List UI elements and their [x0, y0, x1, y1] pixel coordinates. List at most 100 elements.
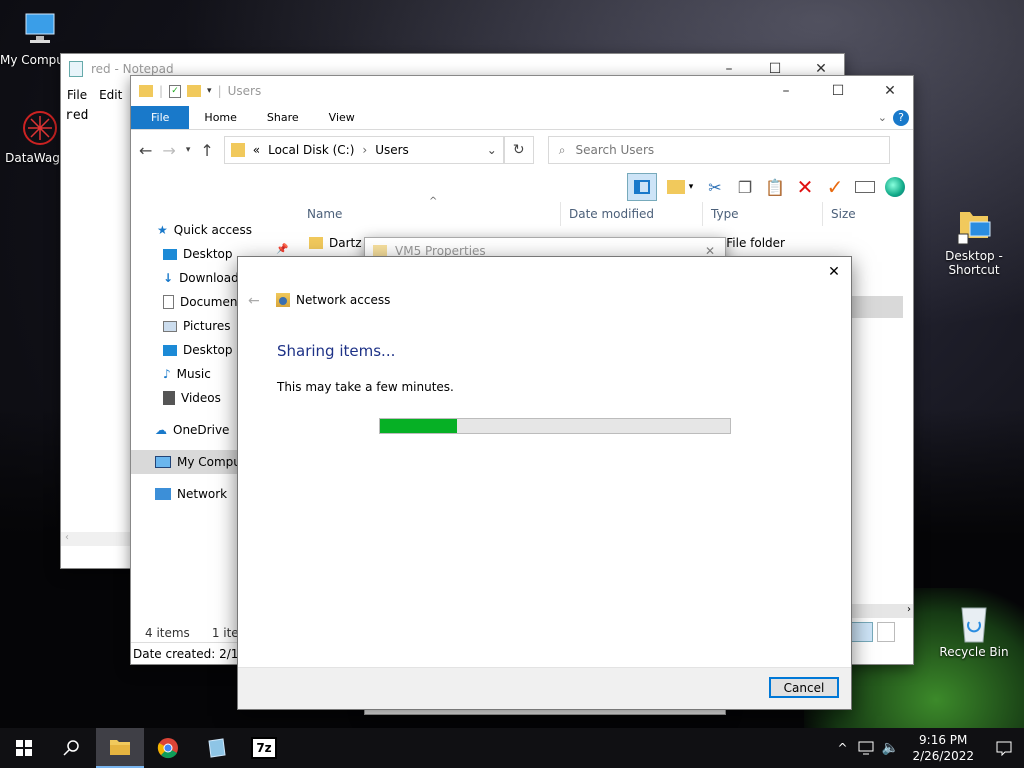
taskbar: 7z ^ 🔈 9:16 PM 2/26/2022: [0, 728, 1024, 768]
notepad-icon: [69, 61, 83, 77]
delete-icon[interactable]: ✕: [793, 175, 817, 199]
clock[interactable]: 9:16 PM 2/26/2022: [902, 732, 984, 764]
column-headers: Name Date modified Type Size: [299, 202, 905, 226]
file-row[interactable]: Dartz: [309, 232, 362, 254]
horizontal-scrollbar[interactable]: ›: [851, 604, 913, 618]
tab-file[interactable]: File: [131, 106, 190, 129]
search-placeholder: Search Users: [575, 143, 655, 157]
volume-icon[interactable]: 🔈: [878, 728, 902, 768]
sort-caret-icon: ^: [429, 196, 438, 207]
preview-pane-icon[interactable]: [627, 173, 657, 201]
chrome-icon[interactable]: [144, 728, 192, 768]
properties-icon[interactable]: ✓: [169, 84, 182, 98]
copy-icon[interactable]: ❐: [733, 175, 757, 199]
desktop-icon-recycle-bin[interactable]: Recycle Bin: [934, 602, 1014, 659]
desktop-icon: [163, 248, 177, 260]
paste-icon[interactable]: 📋: [763, 175, 787, 199]
tiles-view-icon[interactable]: [877, 622, 895, 642]
rename-icon[interactable]: [853, 175, 877, 199]
file-explorer-icon[interactable]: [96, 728, 144, 768]
back-arrow-icon[interactable]: ←: [248, 293, 260, 309]
monitor-icon: [155, 456, 171, 468]
clock-time: 9:16 PM: [919, 733, 968, 747]
ribbon-tabs: File Home Share View ⌄ ?: [131, 106, 913, 130]
folder-shortcut-icon: [954, 206, 994, 246]
forward-arrow-icon[interactable]: →: [162, 141, 175, 160]
progress-bar: [379, 418, 731, 434]
dialog-message: This may take a few minutes.: [277, 380, 454, 394]
details-pane-date: Date created: 2/13/2: [131, 642, 251, 664]
breadcrumb-users[interactable]: Users: [375, 143, 409, 157]
globe-icon[interactable]: [883, 175, 907, 199]
refresh-button[interactable]: ↻: [503, 136, 534, 164]
maximize-button[interactable]: ☐: [815, 76, 861, 106]
help-icon[interactable]: ?: [891, 106, 913, 129]
network-status-icon[interactable]: [854, 728, 878, 768]
ribbon-expand-icon[interactable]: ⌄: [874, 106, 891, 129]
pictures-icon: [163, 320, 177, 332]
explorer-titlebar[interactable]: | ✓ ▾ | Users – ☐ ✕: [131, 76, 913, 106]
navigation-row: ← → ▾ ↑ « Local Disk (C:) › Users ⌄ ↻ ⌕ …: [131, 130, 913, 170]
network-access-dialog[interactable]: ✕ ← Network access Sharing items... This…: [237, 256, 852, 710]
desktop-icon-desktop-shortcut[interactable]: Desktop - Shortcut: [934, 206, 1014, 277]
notepad-title: red - Notepad: [91, 62, 174, 76]
checkmark-icon[interactable]: ✓: [823, 175, 847, 199]
column-size[interactable]: Size: [823, 202, 893, 226]
new-folder-icon[interactable]: [187, 85, 202, 97]
tab-share[interactable]: Share: [252, 106, 314, 129]
nav-quick-access[interactable]: ★ Quick access: [131, 218, 261, 242]
dialog-heading: Sharing items...: [277, 342, 396, 360]
status-bar: 4 items 1 item: [145, 626, 250, 640]
selected-file-row[interactable]: [851, 296, 903, 318]
dialog-close-button[interactable]: ✕: [817, 257, 851, 287]
details-view-icon[interactable]: [851, 622, 873, 642]
column-date-modified[interactable]: Date modified: [561, 202, 703, 226]
breadcrumb-drive[interactable]: Local Disk (C:): [268, 143, 354, 157]
desktop-icon: [163, 344, 177, 356]
start-icon[interactable]: [0, 728, 48, 768]
item-count: 4 items: [145, 626, 190, 640]
music-icon: ♪: [163, 367, 171, 381]
recent-locations-icon[interactable]: ▾: [186, 145, 191, 155]
clock-date: 2/26/2022: [912, 749, 974, 763]
chevron-up-icon[interactable]: ^: [830, 728, 854, 768]
folder-icon: [139, 85, 153, 97]
refresh-icon: ↻: [512, 142, 525, 158]
network-share-icon: [276, 293, 290, 307]
cancel-button[interactable]: Cancel: [769, 677, 839, 698]
star-icon: ★: [157, 223, 168, 237]
breadcrumb-overflow[interactable]: «: [253, 143, 260, 157]
folder-icon: [230, 143, 245, 157]
menu-edit[interactable]: Edit: [99, 88, 122, 102]
close-button[interactable]: ✕: [867, 76, 913, 106]
chevron-down-icon[interactable]: ▾: [207, 86, 212, 96]
search-icon[interactable]: [48, 728, 96, 768]
back-arrow-icon[interactable]: ←: [139, 141, 152, 160]
video-icon: [163, 391, 175, 405]
explorer-title: Users: [227, 84, 262, 98]
desktop-icon-label: Recycle Bin: [939, 645, 1009, 659]
address-bar[interactable]: « Local Disk (C:) › Users ⌄: [223, 136, 504, 164]
notifications-icon[interactable]: [984, 728, 1024, 768]
progress-fill: [380, 419, 457, 433]
tab-home[interactable]: Home: [189, 106, 251, 129]
menu-file[interactable]: File: [67, 88, 87, 102]
tab-view[interactable]: View: [314, 106, 370, 129]
minimize-button[interactable]: –: [763, 76, 809, 106]
notepad-icon[interactable]: [192, 728, 240, 768]
datawagon-icon: [20, 108, 60, 148]
file-name: Dartz: [329, 236, 362, 250]
command-toolbar: ▾ ✂ ❐ 📋 ✕ ✓: [131, 170, 913, 204]
view-toggle: [851, 622, 895, 642]
chevron-down-icon[interactable]: ⌄: [487, 143, 497, 157]
column-type[interactable]: Type: [703, 202, 823, 226]
search-input[interactable]: ⌕ Search Users: [547, 136, 890, 164]
cut-icon[interactable]: ✂: [703, 175, 727, 199]
new-folder-icon[interactable]: ▾: [663, 175, 697, 199]
up-arrow-icon[interactable]: ↑: [200, 141, 213, 160]
pin-icon: 📌: [276, 244, 289, 255]
horizontal-scrollbar[interactable]: ‹: [61, 532, 131, 546]
7zip-icon[interactable]: 7z: [240, 728, 288, 768]
dialog-nav-title: Network access: [276, 293, 390, 307]
download-icon: ↓: [163, 271, 174, 285]
